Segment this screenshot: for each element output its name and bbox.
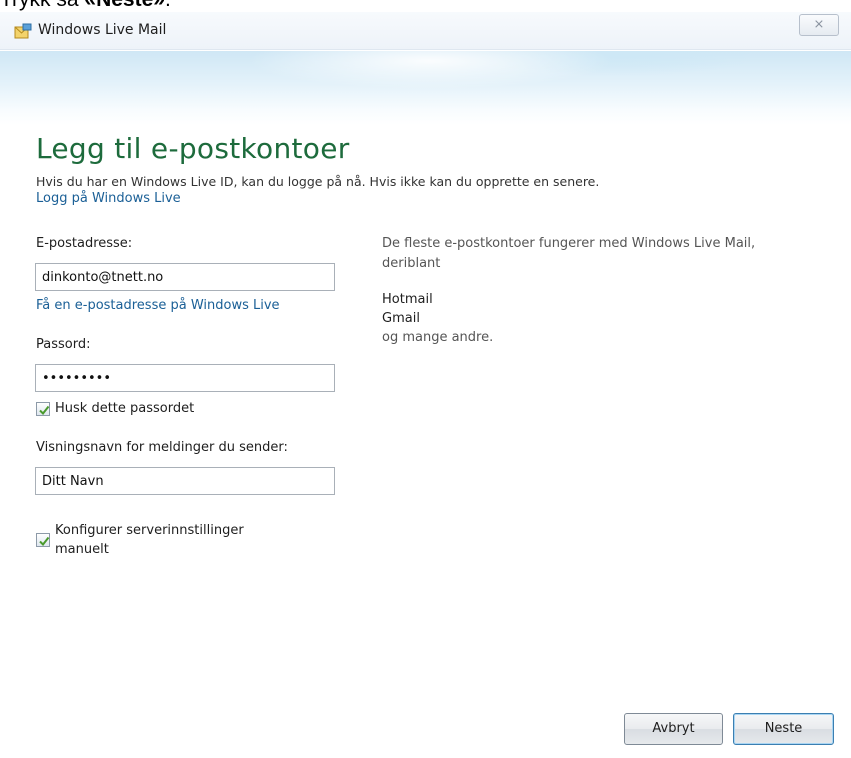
windows-live-mail-icon xyxy=(14,23,32,40)
close-button[interactable]: ⨯ xyxy=(799,14,839,36)
side-info-line2: deriblant xyxy=(382,256,441,271)
header-banner xyxy=(0,51,851,125)
email-label: E-postadresse: xyxy=(36,236,133,251)
provider-hotmail: Hotmail xyxy=(382,292,433,307)
instruction-caption: Trykk så «Neste». xyxy=(0,0,171,12)
intro-text: Hvis du har en Windows Live ID, kan du l… xyxy=(36,174,600,189)
side-info-line1: De fleste e-postkontoer fungerer med Win… xyxy=(382,236,756,251)
manual-config-checkbox[interactable] xyxy=(36,533,50,547)
caption-prefix: Trykk så xyxy=(0,0,84,11)
manual-config-label-line2: manuelt xyxy=(55,542,109,557)
remember-password-label: Husk dette passordet xyxy=(55,401,195,416)
caption-suffix: . xyxy=(165,0,171,11)
side-info-more: og mange andre. xyxy=(382,330,494,345)
provider-gmail: Gmail xyxy=(382,311,420,326)
checkmark-icon xyxy=(39,536,50,547)
page-title: Legg til e-postkontoer xyxy=(36,132,350,165)
password-label: Passord: xyxy=(36,337,91,352)
window-title: Windows Live Mail xyxy=(38,22,167,38)
cancel-button[interactable]: Avbryt xyxy=(624,713,723,745)
password-field[interactable] xyxy=(35,364,335,392)
checkmark-icon xyxy=(39,405,50,416)
get-email-address-link[interactable]: Få en e-postadresse på Windows Live xyxy=(36,298,280,313)
caption-bold: «Neste» xyxy=(84,0,165,11)
window-titlebar: Windows Live Mail ⨯ xyxy=(0,12,851,50)
next-button[interactable]: Neste xyxy=(733,713,834,745)
display-name-label: Visningsnavn for meldinger du sender: xyxy=(36,440,288,455)
email-field[interactable] xyxy=(35,263,335,291)
manual-config-label-line1: Konfigurer serverinnstillinger xyxy=(55,523,244,538)
display-name-field[interactable] xyxy=(35,467,335,495)
close-icon: ⨯ xyxy=(813,17,825,32)
remember-password-checkbox[interactable] xyxy=(36,402,50,416)
signin-windows-live-link[interactable]: Logg på Windows Live xyxy=(36,191,181,206)
